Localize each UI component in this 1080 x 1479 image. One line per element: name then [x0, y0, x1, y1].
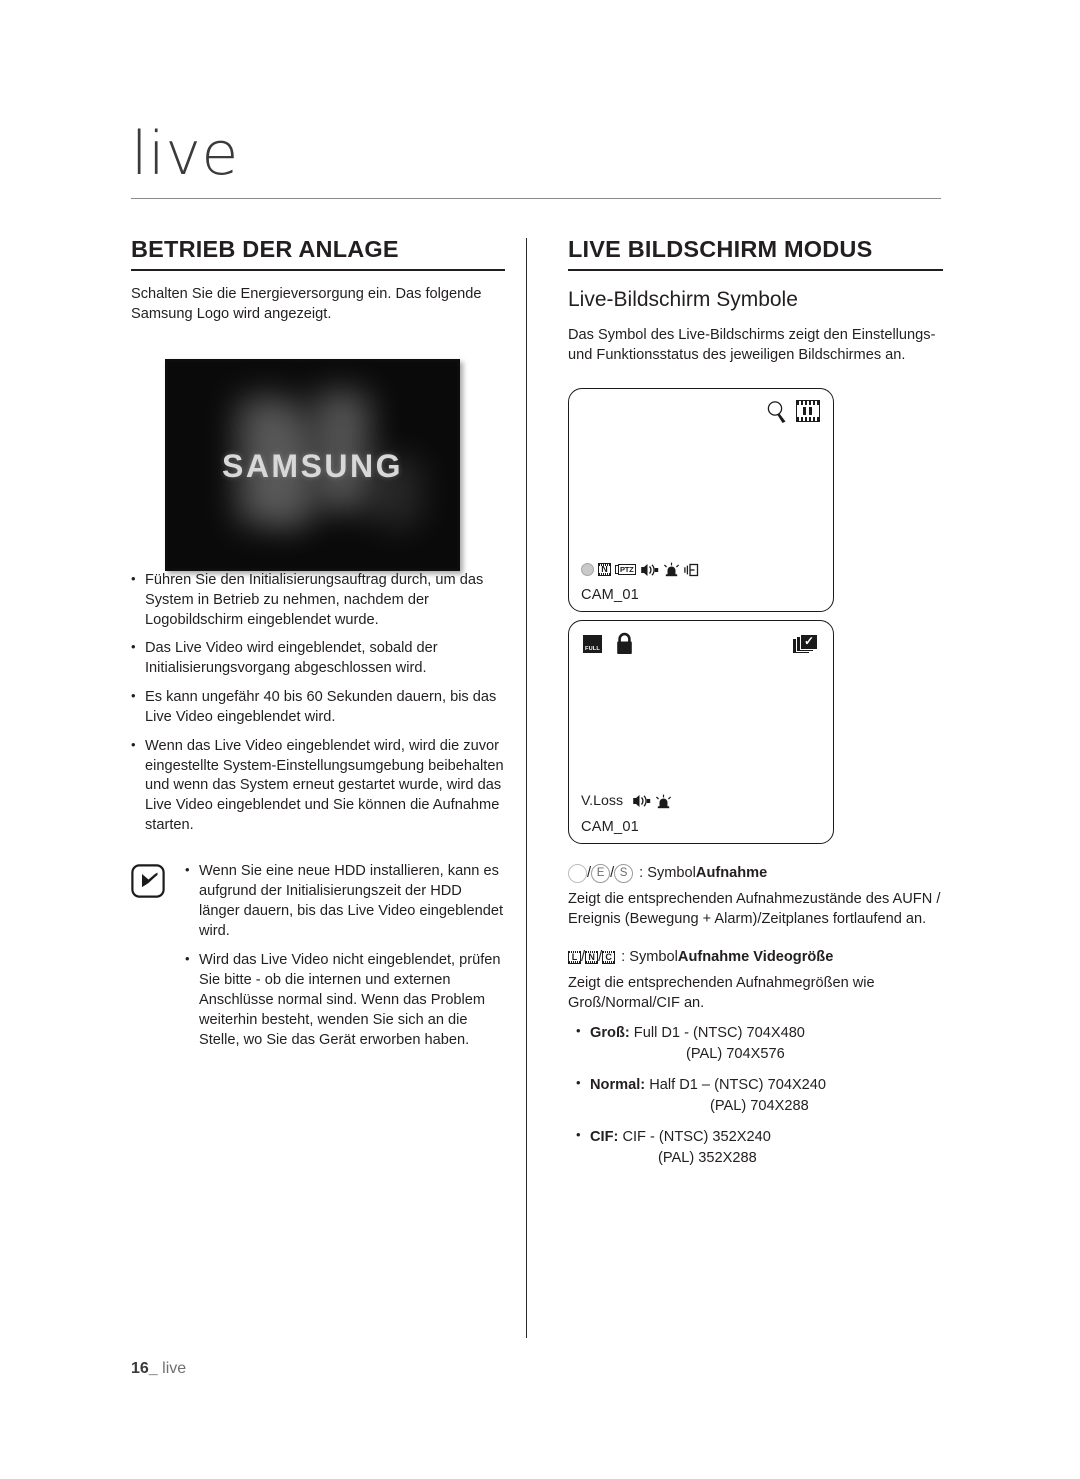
- video-size-large-icon: L: [568, 950, 581, 964]
- resolution-line1-2: CIF - (NTSC) 352X240: [622, 1129, 771, 1146]
- list-item: Normal: Half D1 – (NTSC) 704X240 (PAL) 7…: [576, 1074, 943, 1116]
- screen1-top-right-icons: [766, 400, 820, 424]
- record-circle-empty-icon: [568, 864, 587, 884]
- ptz-icon: PTZ: [615, 563, 636, 576]
- full-screen-label: FULL: [584, 646, 601, 653]
- resolution-name-2: CIF:: [590, 1129, 619, 1146]
- record-schedule-icon: S: [614, 864, 634, 884]
- resolution-line2-1: (PAL) 704X288: [710, 1097, 809, 1114]
- list-item: Wird das Live Video nicht eingeblendet, …: [185, 950, 505, 1050]
- right-section-heading: LIVE BILDSCHIRM MODUS: [568, 236, 873, 262]
- resolution-name-0: Groß:: [590, 1025, 630, 1042]
- right-subsection-heading: Live-Bildschirm Symbole: [568, 288, 798, 312]
- stack-check-mark: ✓: [803, 634, 815, 649]
- resolution-line2-0: (PAL) 704X576: [686, 1045, 785, 1062]
- video-size-normal-icon: N: [585, 950, 599, 964]
- samsung-wordmark: SAMSUNG: [221, 448, 404, 485]
- legend-video-size-symbol: L / N / C : Symbol Aufnahme Videogröße Z…: [568, 948, 943, 1168]
- page-title: live: [131, 119, 239, 189]
- resolution-line2-2: (PAL) 352X288: [658, 1149, 757, 1166]
- screen-mockups: N PTZ CAM_01 FULL ✓ V.Loss CAM_01: [568, 388, 943, 845]
- header-divider: [131, 198, 941, 199]
- list-item: Es kann ungefähr 40 bis 60 Sekunden daue…: [131, 687, 505, 728]
- right-section-rule: [568, 269, 943, 272]
- left-column: BETRIEB DER ANLAGE Schalten Sie die Ener…: [131, 236, 505, 1051]
- record-event-icon: E: [591, 864, 611, 884]
- screen1-status-icons: N PTZ: [581, 562, 699, 577]
- footer-page-number: 16_: [131, 1360, 158, 1377]
- legend-row-record: / E / S : Symbol Aufnahme: [568, 864, 943, 884]
- film-strip-bottom: [797, 417, 819, 422]
- list-item: Führen Sie den Initialisierungsauftrag d…: [131, 570, 505, 631]
- legend-description-1: Zeigt die entsprechenden Aufnahmezuständ…: [568, 891, 941, 927]
- page-footer: 16_ live: [131, 1360, 186, 1378]
- right-column: LIVE BILDSCHIRM MODUS Live-Bildschirm Sy…: [568, 236, 943, 1184]
- left-bullet-list: Führen Sie den Initialisierungsauftrag d…: [131, 570, 505, 836]
- full-screen-icon: FULL: [583, 634, 602, 653]
- video-loss-label: V.Loss: [581, 793, 624, 810]
- legend-row-video-size: L / N / C : Symbol Aufnahme Videogröße: [568, 948, 943, 967]
- list-item: Das Live Video wird eingeblendet, sobald…: [131, 638, 505, 679]
- film-strip-top: [797, 401, 819, 406]
- resolution-name-1: Normal:: [590, 1077, 646, 1094]
- note-box: Wenn Sie eine neue HDD installieren, kan…: [131, 861, 505, 1051]
- left-section-heading: BETRIEB DER ANLAGE: [131, 236, 399, 262]
- screen1-camera-label: CAM_01: [581, 587, 639, 604]
- lock-padlock-icon: [617, 632, 632, 655]
- list-item: Groß: Full D1 - (NTSC) 704X480 (PAL) 704…: [576, 1022, 943, 1064]
- legend-term-1: Aufnahme: [695, 865, 768, 882]
- legend-record-symbol: / E / S : Symbol Aufnahme Zeigt die ents…: [568, 864, 943, 930]
- note-pen-icon: [131, 864, 165, 898]
- legend-prefix-2: : Symbol: [621, 948, 678, 965]
- record-circle-icon: [581, 563, 594, 577]
- note-bullet-list: Wenn Sie eine neue HDD installieren, kan…: [185, 861, 505, 1051]
- list-item: CIF: CIF - (NTSC) 352X240 (PAL) 352X288: [576, 1126, 943, 1168]
- screen2-status-icons: V.Loss: [581, 793, 672, 809]
- film-bar-2: [809, 407, 812, 416]
- right-intro-paragraph: Das Symbol des Live-Bildschirms zeigt de…: [568, 327, 936, 364]
- screen2-top-left-icons: FULL: [583, 632, 634, 655]
- column-divider: [526, 238, 527, 1338]
- resolution-line1-0: Full D1 - (NTSC) 704X480: [633, 1025, 805, 1042]
- manual-page: live BETRIEB DER ANLAGE Schalten Sie die…: [0, 0, 1080, 1479]
- screen-mockup-2: FULL ✓ V.Loss CAM_01: [568, 620, 834, 845]
- legend-description-2: Zeigt die entsprechenden Aufnahmegrößen …: [568, 974, 875, 1011]
- sequence-stack-check-icon: ✓: [792, 632, 820, 658]
- video-size-normal-icon: N: [598, 563, 611, 577]
- left-intro-paragraph: Schalten Sie die Energieversorgung ein. …: [131, 286, 482, 323]
- audio-speaker-icon: [640, 563, 658, 576]
- alarm-siren-icon: [663, 562, 679, 577]
- video-size-cif-icon: C: [602, 950, 616, 964]
- zoom-magnifier-icon: [767, 401, 786, 424]
- screen2-top-right-icons: ✓: [792, 632, 820, 658]
- alarm-siren-icon: [656, 794, 672, 808]
- film-strip-icon: [796, 400, 820, 423]
- resolution-list: Groß: Full D1 - (NTSC) 704X480 (PAL) 704…: [568, 1022, 943, 1168]
- legend-term-2: Aufnahme Videogröße: [677, 948, 834, 965]
- left-section-rule: [131, 269, 505, 272]
- list-item: Wenn Sie eine neue HDD installieren, kan…: [185, 861, 505, 941]
- list-item: Wenn das Live Video eingeblendet wird, w…: [131, 736, 505, 836]
- audio-speaker-icon: [633, 795, 651, 808]
- resolution-line1-1: Half D1 – (NTSC) 704X240: [649, 1077, 827, 1094]
- footer-label: live: [162, 1360, 187, 1377]
- screen-mockup-1: N PTZ CAM_01: [568, 388, 834, 613]
- screen2-camera-label: CAM_01: [581, 819, 639, 836]
- motion-sensor-icon: [683, 563, 698, 576]
- legend-prefix-1: : Symbol: [639, 865, 696, 882]
- ptz-label: PTZ: [618, 564, 636, 576]
- samsung-logo-photo: SAMSUNG: [165, 358, 460, 571]
- film-bar-1: [803, 407, 806, 416]
